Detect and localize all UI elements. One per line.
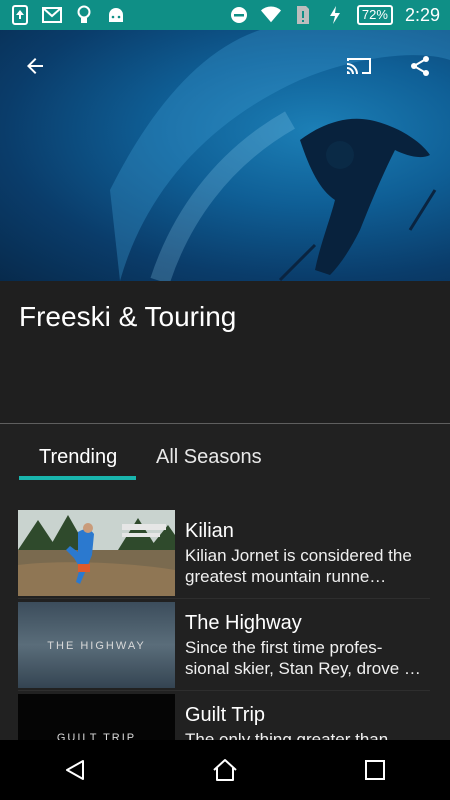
episode-thumbnail: THE HIGHWAY xyxy=(18,602,175,688)
sim-alert-icon xyxy=(293,5,313,25)
episode-title: Guilt Trip xyxy=(185,704,266,726)
thumbnail-caption: THE HIGHWAY xyxy=(47,640,146,652)
list-item[interactable]: GUILT TRIP Guilt Trip The only thing gre… xyxy=(18,694,430,740)
wifi-icon xyxy=(260,5,281,25)
list-item[interactable]: THE HIGHWAY The Highway Since the first … xyxy=(18,602,430,691)
clock: 2:29 xyxy=(404,4,440,25)
system-status-icons: 72% 2:29 xyxy=(229,5,440,26)
episode-description: Since the first time profes-sional skier… xyxy=(185,638,421,678)
hero-image xyxy=(0,30,450,281)
page-title: Freeski & Touring xyxy=(19,301,237,332)
back-button[interactable] xyxy=(19,50,51,82)
active-tab-indicator xyxy=(19,476,136,480)
charging-icon xyxy=(325,5,345,25)
episode-description: Kilian Jornet is considered the greatest… xyxy=(185,546,412,586)
android-icon xyxy=(106,5,126,25)
tab-bar: Trending All Seasons xyxy=(0,424,450,486)
upload-notification-icon xyxy=(10,5,30,25)
home-nav-button[interactable] xyxy=(195,740,255,800)
episode-description: The only thing greater than xyxy=(185,730,389,740)
cast-button[interactable] xyxy=(343,50,375,82)
share-icon xyxy=(411,56,429,76)
square-recents-icon xyxy=(365,760,385,780)
notification-icons xyxy=(10,5,126,25)
triangle-back-icon xyxy=(66,760,84,780)
runner-thumbnail-image xyxy=(18,510,175,596)
episode-thumbnail xyxy=(18,510,175,596)
list-item[interactable]: Kilian Kilian Jornet is considered the g… xyxy=(18,510,430,599)
share-button[interactable] xyxy=(404,50,436,82)
back-nav-button[interactable] xyxy=(45,740,105,800)
episode-list: Kilian Kilian Jornet is considered the g… xyxy=(0,510,450,740)
gmail-icon xyxy=(42,5,62,25)
battery-indicator: 72% xyxy=(356,5,393,25)
do-not-disturb-icon xyxy=(229,5,249,25)
show-header: Freeski & Touring xyxy=(0,281,450,424)
lightbulb-icon xyxy=(74,5,94,25)
episode-thumbnail: GUILT TRIP xyxy=(18,694,175,740)
tab-trending[interactable]: Trending xyxy=(39,446,117,469)
tab-all-seasons[interactable]: All Seasons xyxy=(156,446,262,469)
recents-nav-button[interactable] xyxy=(345,740,405,800)
thumbnail-caption: GUILT TRIP xyxy=(56,732,137,740)
episode-title: Kilian xyxy=(185,520,234,542)
episode-title: The Highway xyxy=(185,612,302,634)
skier-illustration xyxy=(110,30,450,281)
navigation-bar xyxy=(0,740,450,800)
arrow-left-icon xyxy=(27,58,43,74)
home-icon xyxy=(213,759,237,781)
cast-icon xyxy=(347,58,371,74)
status-bar: 72% 2:29 xyxy=(0,0,450,30)
